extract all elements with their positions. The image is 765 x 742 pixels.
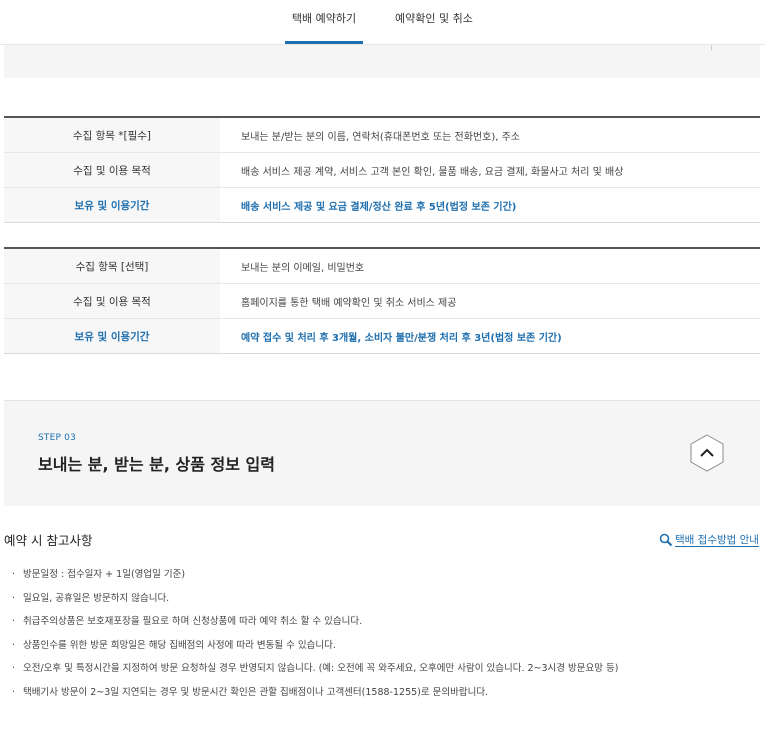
row-value: 예약 접수 및 처리 후 3개월, 소비자 불만/분쟁 처리 후 3년(법정 보… <box>220 318 760 354</box>
row-key: 수집 항목 [선택] <box>4 248 220 284</box>
list-item: · 일요일, 공휴일은 방문하지 않습니다. <box>12 592 170 604</box>
list-item: · 택배기사 방문이 2~3일 지연되는 경우 및 방문시간 확인은 관할 집배점… <box>12 686 489 698</box>
table-row: 수집 및 이용 목적 홈페이지를 통한 택배 예약확인 및 취소 서비스 제공 <box>4 283 760 319</box>
guide-link-label: 택배 접수방법 안내 <box>675 534 759 547</box>
list-item: · 취급주의상품은 보호재포장을 필요로 하며 신청상품에 따라 예약 취소 할 … <box>12 616 363 627</box>
reference-notes: · 방문일정 : 접수일자 + 1일(영업일 기준) · 일요일, 공휴일은 방문하… <box>12 566 618 707</box>
row-key: 수집 항목 *[필수] <box>4 117 220 153</box>
scroll-panel-bottom <box>4 45 760 78</box>
step-title: 보내는 분, 받는 분, 상품 정보 입력 <box>38 455 275 474</box>
tab-reserve[interactable]: 택배 예약하기 <box>285 0 363 44</box>
row-value: 배송 서비스 제공 계약, 서비스 고객 본인 확인, 물품 배송, 요금 결제… <box>220 152 760 188</box>
collapse-button[interactable] <box>690 434 724 472</box>
row-value: 배송 서비스 제공 및 요금 결제/정산 완료 후 5년(법정 보존 기간) <box>220 187 760 223</box>
row-key: 보유 및 이용기간 <box>4 318 220 354</box>
list-item: · 오전/오후 및 특정시간을 지정하여 방문 요청하실 경우 반영되지 않습니다… <box>12 663 619 674</box>
chevron-up-icon <box>690 434 724 472</box>
list-item: · 상품인수를 위한 방문 희망일은 해당 집배점의 사정에 따라 변동될 수 있… <box>12 639 336 651</box>
row-value: 보내는 분의 이메일, 비밀번호 <box>220 248 760 284</box>
row-value: 홈페이지를 통한 택배 예약확인 및 취소 서비스 제공 <box>220 283 760 319</box>
table-row: 수집 항목 *[필수] 보내는 분/받는 분의 이름, 연락처(휴대폰번호 또는… <box>4 117 760 153</box>
table-row: 보유 및 이용기간 예약 접수 및 처리 후 3개월, 소비자 불만/분쟁 처리… <box>4 318 760 354</box>
tab-bar: 택배 예약하기 예약확인 및 취소 <box>0 0 765 45</box>
row-key: 수집 및 이용 목적 <box>4 283 220 319</box>
row-key: 보유 및 이용기간 <box>4 187 220 223</box>
table-row: 수집 항목 [선택] 보내는 분의 이메일, 비밀번호 <box>4 248 760 284</box>
row-key: 수집 및 이용 목적 <box>4 152 220 188</box>
search-icon <box>659 533 673 547</box>
delivery-guide-link[interactable]: 택배 접수방법 안내 <box>659 532 759 547</box>
optional-info-table: 수집 항목 [선택] 보내는 분의 이메일, 비밀번호 수집 및 이용 목적 홈… <box>4 247 760 354</box>
tab-check-cancel[interactable]: 예약확인 및 취소 <box>395 0 473 44</box>
list-item: · 방문일정 : 접수일자 + 1일(영업일 기준) <box>12 569 186 580</box>
required-info-table: 수집 항목 *[필수] 보내는 분/받는 분의 이름, 연락처(휴대폰번호 또는… <box>4 116 760 223</box>
step-label: STEP 03 <box>38 433 77 443</box>
step-03-section[interactable]: STEP 03 보내는 분, 받는 분, 상품 정보 입력 <box>4 400 760 506</box>
table-row: 수집 및 이용 목적 배송 서비스 제공 계약, 서비스 고객 본인 확인, 물… <box>4 152 760 188</box>
reference-title: 예약 시 참고사항 <box>4 533 93 548</box>
row-value: 보내는 분/받는 분의 이름, 연락처(휴대폰번호 또는 전화번호), 주소 <box>220 117 760 153</box>
table-row: 보유 및 이용기간 배송 서비스 제공 및 요금 결제/정산 완료 후 5년(법… <box>4 187 760 223</box>
